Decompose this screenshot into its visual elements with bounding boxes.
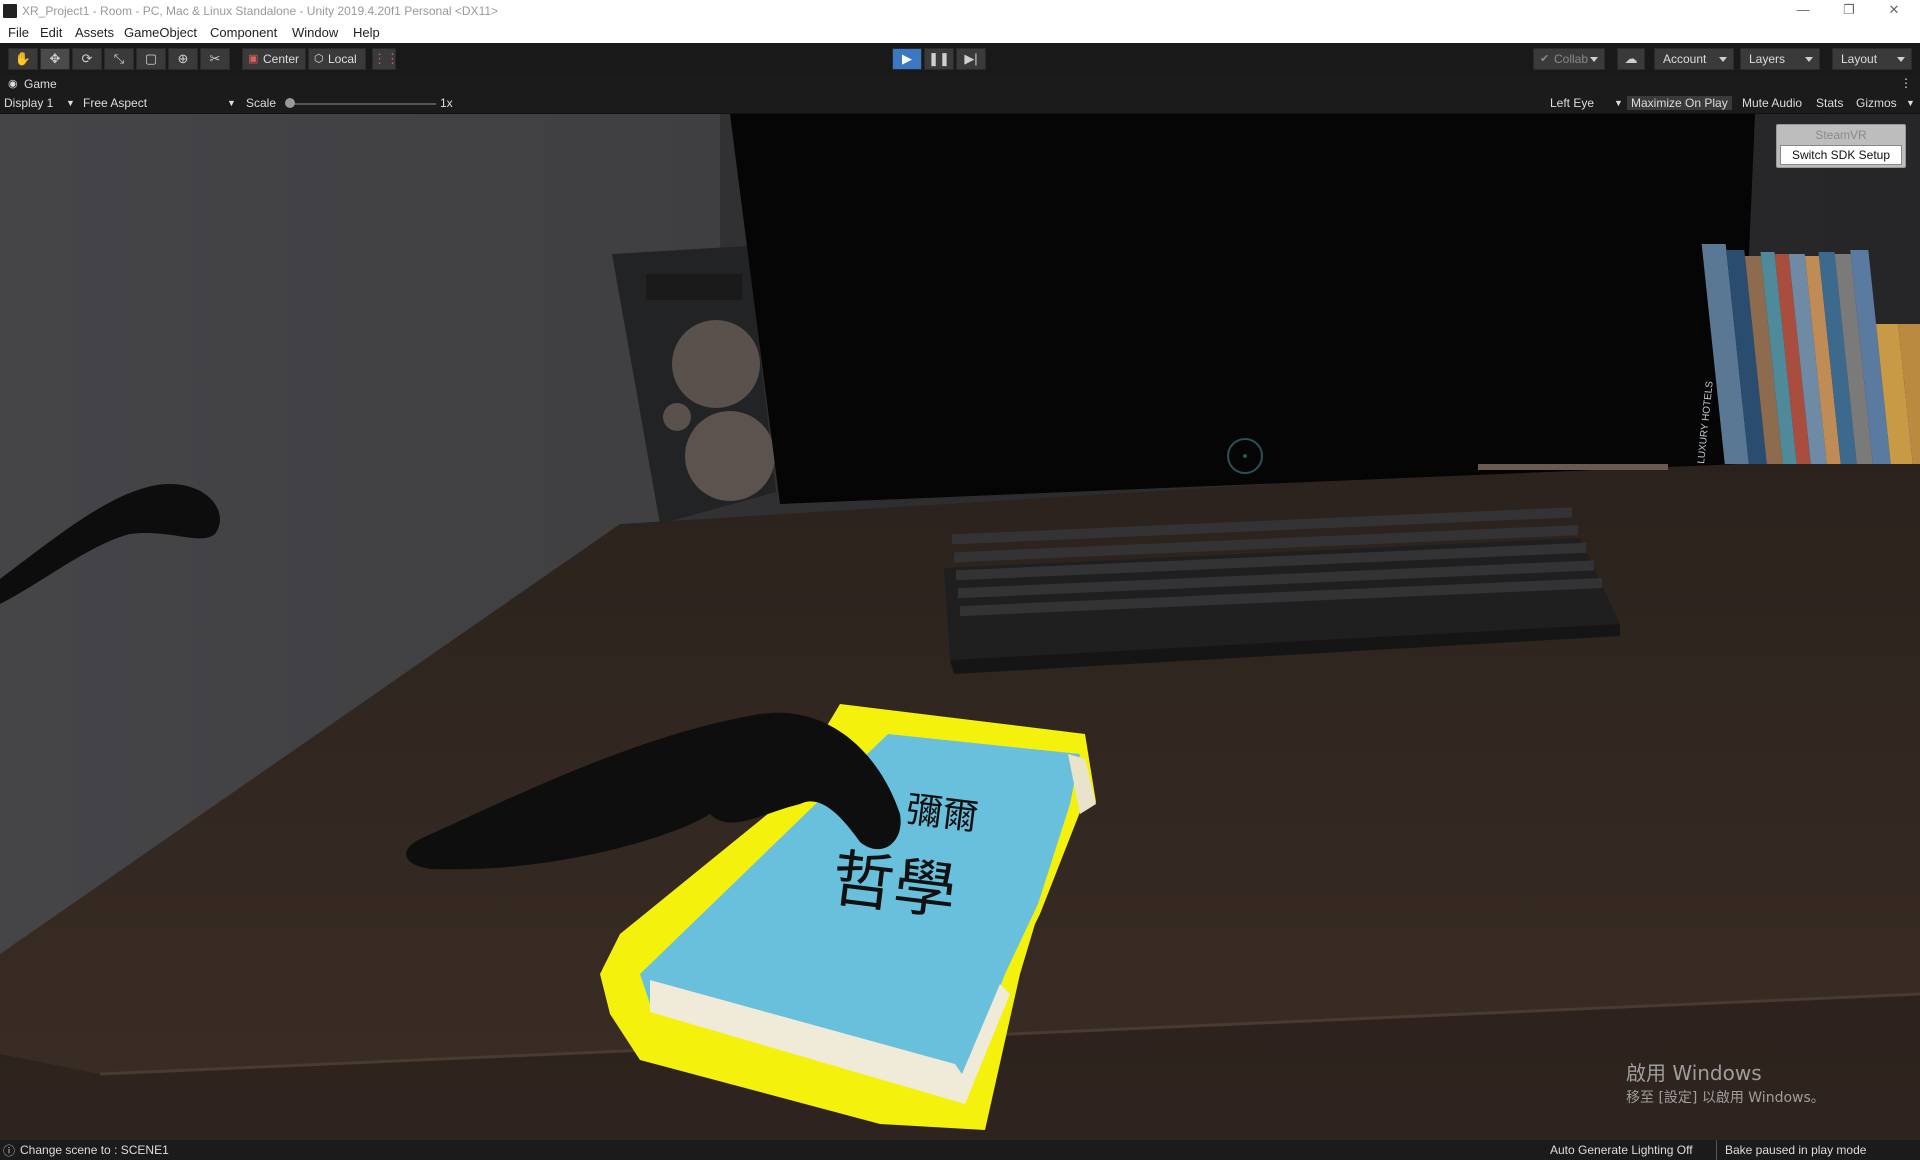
activate-windows-title: 啟用 Windows [1626,1061,1762,1085]
gamepad-icon: ◉ [8,78,18,90]
gizmos-chevron-icon: ▼ [1906,98,1915,108]
bake-status: Bake paused in play mode [1725,1143,1867,1157]
pivot-icon: ▣ [248,53,259,65]
pause-icon: ❚❚ [928,51,950,66]
steamvr-panel: SteamVR Switch SDK Setup [1776,124,1906,168]
loading-dot [1243,454,1247,458]
rect-tool-button[interactable]: ▢ [136,48,166,70]
scale-slider-track[interactable] [288,103,436,105]
layout-dropdown[interactable]: Layout [1832,48,1912,70]
rotate-tool-button[interactable]: ⟳ [72,48,102,70]
tab-game[interactable]: Game [24,77,57,91]
aspect-dropdown[interactable]: Free Aspect [83,96,147,110]
scene-render: LUXURY HOTELS 彌爾 哲學 啟用 Windows 移至 [設定] 以… [0,114,1920,1140]
menu-edit[interactable]: Edit [40,25,62,40]
menu-component[interactable]: Component [210,25,277,40]
aspect-chevron-icon: ▼ [227,98,236,108]
grid-snap-icon: ⋮⋮ [373,51,399,66]
game-tab-bar: ◉ Game ⋮ [0,75,1920,93]
scale-tool-button[interactable]: ⤡ [104,48,134,70]
gizmos-dropdown[interactable]: Gizmos [1856,96,1897,110]
scale-slider-handle[interactable] [285,98,295,108]
switch-sdk-setup-button[interactable]: Switch SDK Setup [1780,145,1902,165]
step-icon: ▶| [964,51,978,66]
minimize-button[interactable]: — [1783,2,1823,20]
speaker-woofer-bottom [685,411,775,501]
close-button[interactable]: ✕ [1874,2,1914,20]
eye-chevron-icon: ▼ [1614,98,1623,108]
game-view-controls: Display 1 ▼ Free Aspect ▼ Scale 1x Left … [0,93,1920,114]
collab-dropdown[interactable]: ✔ Collab [1533,48,1605,70]
status-message[interactable]: Change scene to : SCENE1 [20,1143,169,1157]
rotate-icon: ⟳ [81,51,93,66]
monitor-stand-books [1478,464,1668,470]
book-title-line2: 哲學 [828,841,960,929]
display-chevron-icon: ▼ [66,98,75,108]
window-title: XR_Project1 - Room - PC, Mac & Linux Sta… [22,4,499,18]
pivot-rotation-button[interactable]: ⬡ Local [308,48,366,70]
maximize-on-play-toggle[interactable]: Maximize On Play [1627,96,1732,110]
custom-tool-button[interactable]: ✂ [200,48,230,70]
menu-window[interactable]: Window [292,25,338,40]
stats-toggle[interactable]: Stats [1816,96,1843,110]
display-dropdown[interactable]: Display 1 [4,96,53,110]
menu-file[interactable]: File [8,25,29,40]
main-toolbar: ✋ ✥ ⟳ ⤡ ▢ ⊕ ✂ ▣ Center ⬡ Local ⋮⋮ ▶ ❚❚ ▶… [0,43,1920,75]
mute-audio-toggle[interactable]: Mute Audio [1742,96,1802,110]
move-icon: ✥ [49,51,61,66]
scale-value: 1x [440,96,453,110]
custom-tool-icon: ✂ [209,51,221,66]
step-button[interactable]: ▶| [956,48,986,70]
eye-dropdown[interactable]: Left Eye [1550,96,1594,110]
cloud-icon: ☁ [1624,51,1638,66]
layout-label: Layout [1841,52,1878,66]
rect-transform-icon: ▢ [144,51,158,66]
pivot-label: Center [263,52,300,66]
window-title-bar: XR_Project1 - Room - PC, Mac & Linux Sta… [0,0,1920,22]
speaker-tweeter [663,403,691,431]
layers-dropdown[interactable]: Layers [1740,48,1820,70]
space-label: Local [328,52,357,66]
speaker-woofer-top [672,320,760,408]
unity-icon [3,4,17,18]
cloud-button[interactable]: ☁ [1617,48,1645,70]
restore-button[interactable]: ❐ [1829,2,1869,20]
collab-label: Collab [1554,52,1589,66]
activate-windows-subtitle: 移至 [設定] 以啟用 Windows。 [1626,1090,1825,1106]
pause-button[interactable]: ❚❚ [924,48,954,70]
play-icon: ▶ [902,51,912,66]
local-icon: ⬡ [314,53,324,65]
menu-assets[interactable]: Assets [75,25,114,40]
transform-icon: ⊕ [177,51,189,66]
checkmark-icon: ✔ [1540,53,1550,65]
play-button[interactable]: ▶ [892,48,922,70]
auto-lighting-status: Auto Generate Lighting Off [1550,1143,1693,1157]
scale-label: Scale [246,96,277,110]
game-viewport[interactable]: LUXURY HOTELS 彌爾 哲學 啟用 Windows 移至 [設定] 以… [0,114,1920,1140]
status-bar: ⓘ Change scene to : SCENE1 Auto Generate… [0,1140,1920,1160]
info-icon: ⓘ [3,1144,16,1158]
book-title-line1: 彌爾 [904,789,980,838]
account-label: Account [1663,52,1707,66]
menu-bar: File Edit Assets GameObject Component Wi… [0,22,1920,43]
account-dropdown[interactable]: Account [1654,48,1734,70]
steamvr-label: SteamVR [1815,128,1867,142]
scale-icon: ⤡ [113,51,125,66]
monitor [730,114,1755,504]
move-tool-button[interactable]: ✥ [40,48,70,70]
transform-tool-button[interactable]: ⊕ [168,48,198,70]
menu-gameobject[interactable]: GameObject [124,25,197,40]
speaker-grille [646,274,742,300]
status-divider [1716,1140,1717,1160]
hand-icon: ✋ [14,51,32,66]
hand-tool-button[interactable]: ✋ [8,48,38,70]
menu-help[interactable]: Help [353,25,380,40]
tab-menu-icon[interactable]: ⋮ [1900,76,1912,90]
grid-snap-button[interactable]: ⋮⋮ [372,48,399,70]
pivot-mode-button[interactable]: ▣ Center [242,48,306,70]
layers-label: Layers [1749,52,1786,66]
